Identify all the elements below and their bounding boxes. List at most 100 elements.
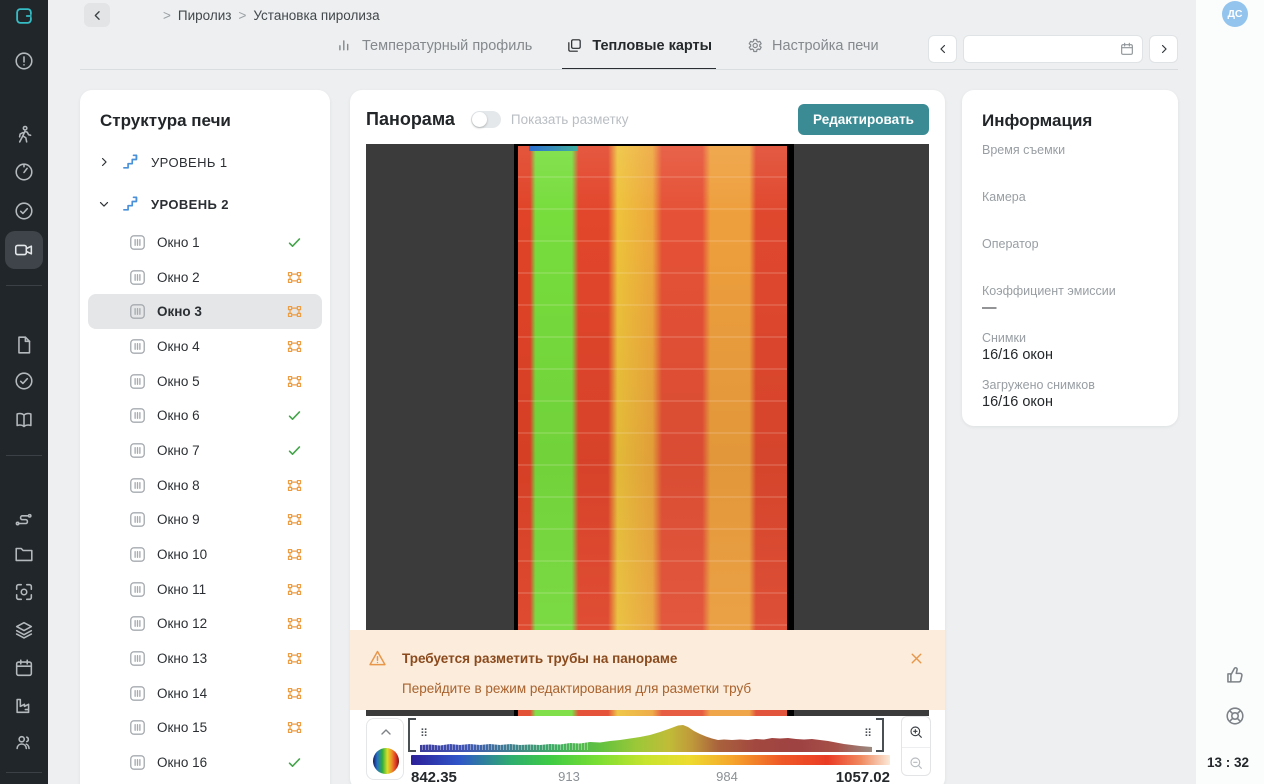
tree-window-row[interactable]: Окно 9 <box>88 503 322 538</box>
window-grill-icon <box>128 545 147 564</box>
info-field: Камера <box>982 190 1158 224</box>
check-icon <box>286 442 303 459</box>
show-markup-label: Показать разметку <box>511 112 629 127</box>
info-panel: Информация Время съемки Камера Оператор <box>962 90 1178 426</box>
book-icon[interactable] <box>13 409 35 431</box>
scale-tick-2: 984 <box>716 769 738 784</box>
avatar[interactable]: ДС <box>1222 1 1248 27</box>
window-grill-icon <box>128 649 147 668</box>
warning-banner: Требуется разметить трубы на панораме Пе… <box>350 630 945 710</box>
zoom-out-button[interactable] <box>902 747 930 776</box>
factory-icon[interactable] <box>13 694 35 716</box>
scale-max-handle[interactable]: ⠿ <box>876 718 884 752</box>
tree-window-row[interactable]: Окно 10 <box>88 537 322 572</box>
check-circle-icon[interactable] <box>13 200 35 222</box>
folder-icon[interactable] <box>13 543 35 565</box>
window-grill-icon <box>128 372 147 391</box>
furnace-structure-panel: Структура печи УРОВЕНЬ 1 УРОВЕНЬ 2 Окно … <box>80 90 330 784</box>
tree-level-2-row[interactable]: УРОВЕНЬ 2 <box>80 183 330 225</box>
markup-needed-icon <box>286 373 303 390</box>
markup-needed-icon <box>286 581 303 598</box>
tree-window-row[interactable]: Окно 12 <box>88 607 322 642</box>
tree-window-row[interactable]: Окно 4 <box>88 329 322 364</box>
tab-temperature-profile[interactable]: Температурный профиль <box>336 29 532 70</box>
copy-icon <box>566 37 583 54</box>
chevron-up-icon[interactable] <box>378 724 394 740</box>
walking-person-icon[interactable] <box>13 124 35 146</box>
markup-needed-icon <box>286 303 303 320</box>
breadcrumb-item-unit[interactable]: Установка пиролиза <box>253 8 379 23</box>
thumbs-up-icon[interactable] <box>1224 664 1246 686</box>
tree-window-row[interactable]: Окно 13 <box>88 641 322 676</box>
tree-window-row[interactable]: Окно 11 <box>88 572 322 607</box>
window-label: Окно 12 <box>157 616 207 631</box>
clock: 13 : 32 <box>1200 755 1256 770</box>
panorama-panel: Панорама Показать разметку Редактировать… <box>350 90 945 784</box>
edit-button[interactable]: Редактировать <box>798 104 929 135</box>
calendar-icon[interactable] <box>1119 41 1135 57</box>
zoom-out-icon <box>908 755 924 771</box>
level-label: УРОВЕНЬ 2 <box>151 197 229 212</box>
chevron-right-icon <box>97 155 111 169</box>
tree-window-row[interactable]: Окно 3 <box>88 294 322 329</box>
tree-window-row[interactable]: Окно 8 <box>88 468 322 503</box>
window-label: Окно 7 <box>157 443 200 458</box>
alert-circle-icon[interactable] <box>13 50 35 72</box>
chevron-left-icon <box>936 42 950 56</box>
header-divider <box>80 69 1178 70</box>
markup-needed-icon <box>286 615 303 632</box>
tree-window-row[interactable]: Окно 15 <box>88 711 322 746</box>
show-markup-toggle[interactable] <box>471 111 501 128</box>
back-button[interactable] <box>84 3 110 27</box>
rail-divider <box>6 772 42 773</box>
markup-needed-icon <box>286 269 303 286</box>
window-label: Окно 4 <box>157 339 200 354</box>
date-input[interactable] <box>963 35 1143 63</box>
gauge-icon[interactable] <box>13 161 35 183</box>
color-palette-button[interactable] <box>373 748 399 774</box>
window-label: Окно 3 <box>157 304 202 319</box>
help-lifebuoy-icon[interactable] <box>1224 705 1246 727</box>
window-grill-icon <box>128 302 147 321</box>
scale-min-handle[interactable]: ⠿ <box>408 718 416 752</box>
tree-window-row[interactable]: Окно 6 <box>88 398 322 433</box>
markup-needed-icon <box>286 511 303 528</box>
breadcrumb-item-pyrolysis[interactable]: Пиролиз <box>178 8 232 23</box>
right-toolbar: ДС 13 : 32 <box>1196 0 1264 784</box>
zoom-in-button[interactable] <box>902 717 930 747</box>
chevron-down-icon <box>97 197 111 211</box>
info-field: Снимки 16/16 окон <box>982 331 1158 365</box>
scan-focus-icon[interactable] <box>13 581 35 603</box>
bar-chart-icon <box>336 37 353 54</box>
close-icon[interactable] <box>908 650 925 667</box>
file-icon[interactable] <box>13 334 35 356</box>
app-logo-icon[interactable] <box>13 5 35 27</box>
temperature-histogram: ⠿ ⠿ <box>408 718 884 752</box>
tab-furnace-settings[interactable]: Настройка печи <box>746 29 879 70</box>
next-date-button[interactable] <box>1149 35 1178 63</box>
users-icon[interactable] <box>13 731 35 753</box>
chevron-left-icon <box>90 8 105 23</box>
chevron-right-icon <box>1157 42 1171 56</box>
tree-window-row[interactable]: Окно 2 <box>88 260 322 295</box>
tree-window-row[interactable]: Окно 14 <box>88 676 322 711</box>
task-check-icon[interactable] <box>13 370 35 392</box>
warning-triangle-icon <box>367 648 388 669</box>
level-stairs-icon <box>121 152 141 172</box>
info-field-value: 16/16 окон <box>982 394 1158 412</box>
window-grill-icon <box>128 718 147 737</box>
layers-icon[interactable] <box>13 619 35 641</box>
window-grill-icon <box>128 233 147 252</box>
route-icon[interactable] <box>13 507 35 529</box>
tree-window-row[interactable]: Окно 5 <box>88 364 322 399</box>
tree-window-row[interactable]: Окно 1 <box>88 225 322 260</box>
tab-bar: Температурный профиль Тепловые карты Нас… <box>336 29 879 70</box>
tree-window-row[interactable]: Окно 16 <box>88 745 322 780</box>
calendar-icon[interactable] <box>13 657 35 679</box>
video-camera-icon[interactable] <box>13 239 35 261</box>
info-field-label: Снимки <box>982 331 1158 345</box>
prev-date-button[interactable] <box>928 35 957 63</box>
tab-heat-maps[interactable]: Тепловые карты <box>566 29 712 70</box>
tree-window-row[interactable]: Окно 7 <box>88 433 322 468</box>
tree-level-1-row[interactable]: УРОВЕНЬ 1 <box>80 141 330 183</box>
